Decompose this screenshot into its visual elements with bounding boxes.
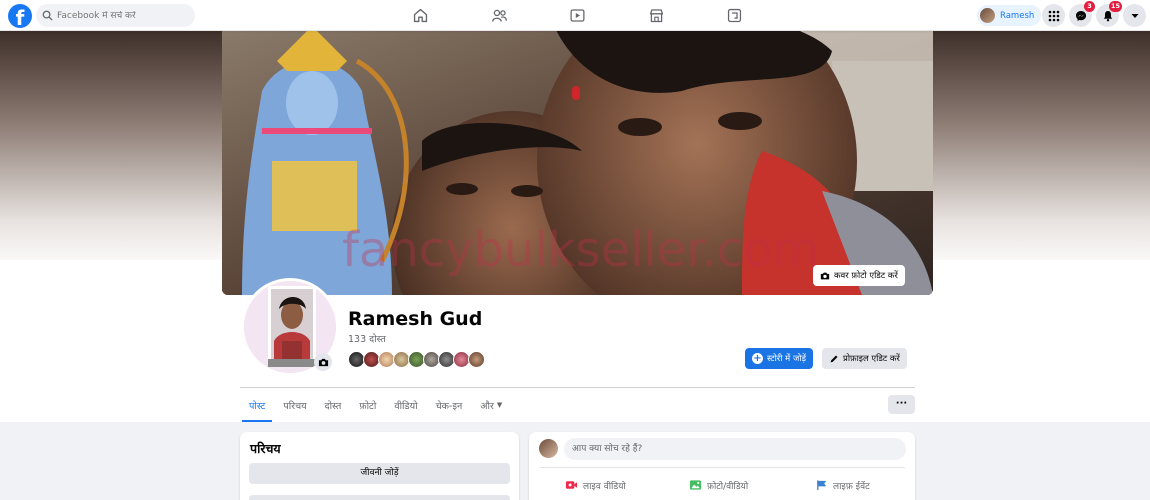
profile-name: Ramesh Gud — [348, 308, 483, 330]
grid-menu-icon — [1048, 10, 1059, 21]
messenger-badge: 3 — [1084, 1, 1095, 12]
edit-cover-photo-label: कवर फ़ोटो एडिट करें — [834, 271, 898, 281]
notifications-button[interactable]: 15 — [1096, 1, 1122, 27]
photo-video-label: फ़ोटो/वीडियो — [707, 481, 749, 492]
photo-video-button[interactable]: फ़ोटो/वीडियो — [689, 476, 748, 494]
menu-button[interactable] — [1042, 4, 1065, 27]
intro-card: परिचय जीवनी जोड़ें — [240, 432, 519, 500]
search-icon — [42, 10, 53, 21]
user-name: Ramesh — [1000, 10, 1035, 21]
live-video-label: लाइव वीडियो — [583, 481, 626, 492]
life-event-label: लाइफ़ ईवेंट — [833, 481, 870, 492]
gaming-icon[interactable] — [724, 5, 744, 25]
friend-count[interactable]: 133 दोस्त — [348, 332, 386, 345]
tab-label: वीडियो — [394, 400, 418, 412]
caret-down-icon — [1131, 13, 1138, 18]
cover-photo[interactable]: fancybulkseller.com — [222, 31, 933, 295]
svg-text:fancybulkseller.com: fancybulkseller.com — [342, 222, 819, 278]
search-box[interactable] — [36, 4, 195, 27]
tab-label: चेक-इन — [435, 400, 463, 412]
video-camera-icon — [565, 481, 578, 489]
post-input[interactable]: आप क्या सोच रहे हैं? — [564, 438, 906, 460]
account-menu-button[interactable] — [1123, 4, 1146, 27]
life-event-button[interactable]: लाइफ़ ईवेंट — [815, 476, 870, 494]
more-options-button[interactable]: ··· — [888, 395, 915, 414]
flag-icon — [817, 480, 827, 491]
tab-more[interactable]: और ▼ — [471, 388, 511, 422]
pencil-icon — [830, 355, 838, 362]
tab-videos[interactable]: वीडियो — [385, 388, 426, 422]
tab-label: दोस्त — [324, 400, 342, 412]
tab-label: परिचय — [283, 400, 307, 412]
add-to-story-button[interactable]: + स्टोरी में जोड़ें — [745, 348, 814, 369]
avatar[interactable] — [539, 439, 558, 458]
messenger-button[interactable]: 3 — [1069, 1, 1095, 27]
tab-check-ins[interactable]: चेक-इन — [427, 388, 472, 422]
photo-icon — [689, 480, 702, 490]
top-navigation-bar: f Ramesh 3 — [0, 0, 1150, 31]
messenger-icon — [1075, 10, 1086, 21]
tab-label: पोस्ट — [249, 400, 266, 412]
facebook-logo[interactable]: f — [8, 4, 32, 28]
intro-title: परिचय — [250, 441, 281, 456]
live-video-button[interactable]: लाइव वीडियो — [565, 476, 626, 494]
divider — [539, 467, 905, 468]
camera-icon — [820, 272, 830, 279]
tab-label: फ़ोटो — [359, 400, 377, 412]
friend-avatar-list — [348, 351, 485, 368]
tab-posts[interactable]: पोस्ट — [240, 388, 274, 422]
notifications-badge: 15 — [1108, 1, 1122, 12]
edit-cover-photo-button[interactable]: कवर फ़ोटो एडिट करें — [813, 265, 905, 286]
caret-down-icon: ▼ — [496, 401, 503, 409]
marketplace-icon[interactable] — [646, 5, 666, 25]
add-bio-button[interactable]: जीवनी जोड़ें — [249, 463, 510, 484]
home-icon[interactable] — [410, 5, 430, 25]
edit-profile-button[interactable]: प्रोफ़ाइल एडिट करें — [822, 348, 907, 369]
plus-icon: + — [752, 353, 763, 364]
profile-shortcut[interactable]: Ramesh — [977, 5, 1042, 26]
edit-details-button[interactable] — [249, 495, 510, 500]
search-input[interactable] — [57, 10, 187, 21]
tab-about[interactable]: परिचय — [274, 388, 315, 422]
camera-icon — [318, 358, 328, 366]
friends-icon[interactable] — [489, 5, 509, 25]
tab-photos[interactable]: फ़ोटो — [350, 388, 385, 422]
profile-tabs: पोस्ट परिचय दोस्त फ़ोटो वीडियो चेक-इन और… — [240, 388, 511, 422]
post-composer: आप क्या सोच रहे हैं? लाइव वीडियो फ़ोटो/व… — [529, 432, 915, 500]
tab-friends[interactable]: दोस्त — [316, 388, 351, 422]
avatar[interactable] — [468, 351, 485, 368]
update-profile-picture-button[interactable] — [314, 353, 332, 371]
edit-profile-label: प्रोफ़ाइल एडिट करें — [843, 354, 900, 364]
avatar — [980, 8, 995, 23]
watch-video-icon[interactable] — [567, 5, 587, 25]
tab-label: और — [480, 400, 494, 412]
add-to-story-label: स्टोरी में जोड़ें — [767, 354, 807, 364]
